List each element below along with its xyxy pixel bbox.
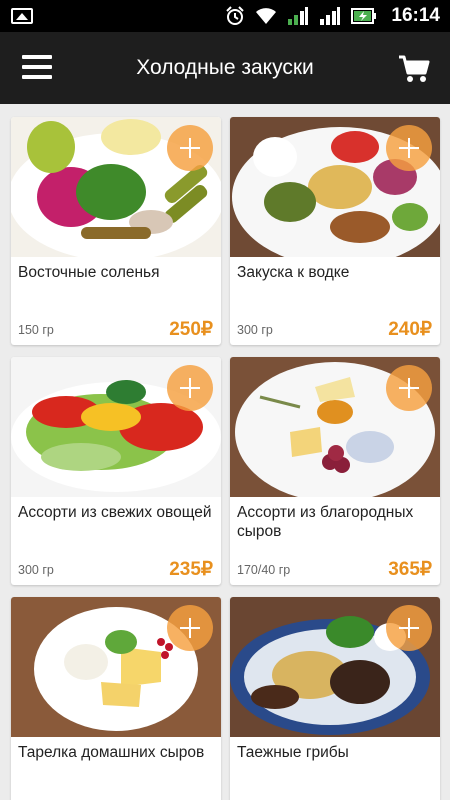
- product-weight: 150 гр: [18, 323, 54, 337]
- product-price: 240₽: [388, 319, 432, 340]
- product-name: Таежные грибы: [237, 744, 349, 761]
- product-weight: 170/40 гр: [237, 563, 291, 577]
- add-to-cart-button[interactable]: [386, 125, 432, 171]
- product-price: 235₽: [169, 559, 213, 580]
- signal-2-icon: [320, 7, 341, 25]
- product-name: Ассорти из свежих овощей: [18, 504, 212, 521]
- status-time: 16:14: [391, 5, 440, 26]
- product-card[interactable]: Тарелка домашних сыров: [11, 597, 221, 800]
- product-card[interactable]: Таежные грибы: [230, 597, 440, 800]
- product-name: Восточные соленья: [18, 264, 160, 281]
- signal-1-icon: [288, 7, 309, 25]
- battery-charging-icon: [351, 8, 377, 24]
- product-price: 250₽: [169, 319, 213, 340]
- shopping-cart-icon[interactable]: [398, 54, 430, 84]
- product-card[interactable]: Восточные соленья 150 гр 250₽: [11, 117, 221, 345]
- status-bar: 16:14: [0, 0, 450, 32]
- product-name: Закуска к водке: [237, 264, 350, 281]
- product-card[interactable]: Закуска к водке 300 гр 240₽: [230, 117, 440, 345]
- product-weight: 300 гр: [237, 323, 273, 337]
- alarm-icon: [226, 6, 245, 25]
- product-card[interactable]: Ассорти из благородных сыров 170/40 гр 3…: [230, 357, 440, 585]
- product-weight: 300 гр: [18, 563, 54, 577]
- add-to-cart-button[interactable]: [386, 605, 432, 651]
- app-bar: Холодные закуски: [0, 32, 450, 104]
- add-to-cart-button[interactable]: [167, 125, 213, 171]
- add-to-cart-button[interactable]: [167, 365, 213, 411]
- add-to-cart-button[interactable]: [167, 605, 213, 651]
- product-price: 365₽: [388, 559, 432, 580]
- product-name: Ассорти из благородных сыров: [237, 504, 414, 540]
- page-title: Холодные закуски: [136, 56, 314, 79]
- product-name: Тарелка домашних сыров: [18, 744, 205, 761]
- product-card[interactable]: Ассорти из свежих овощей 300 гр 235₽: [11, 357, 221, 585]
- add-to-cart-button[interactable]: [386, 365, 432, 411]
- wifi-icon: [256, 8, 277, 24]
- gallery-icon: [11, 8, 33, 24]
